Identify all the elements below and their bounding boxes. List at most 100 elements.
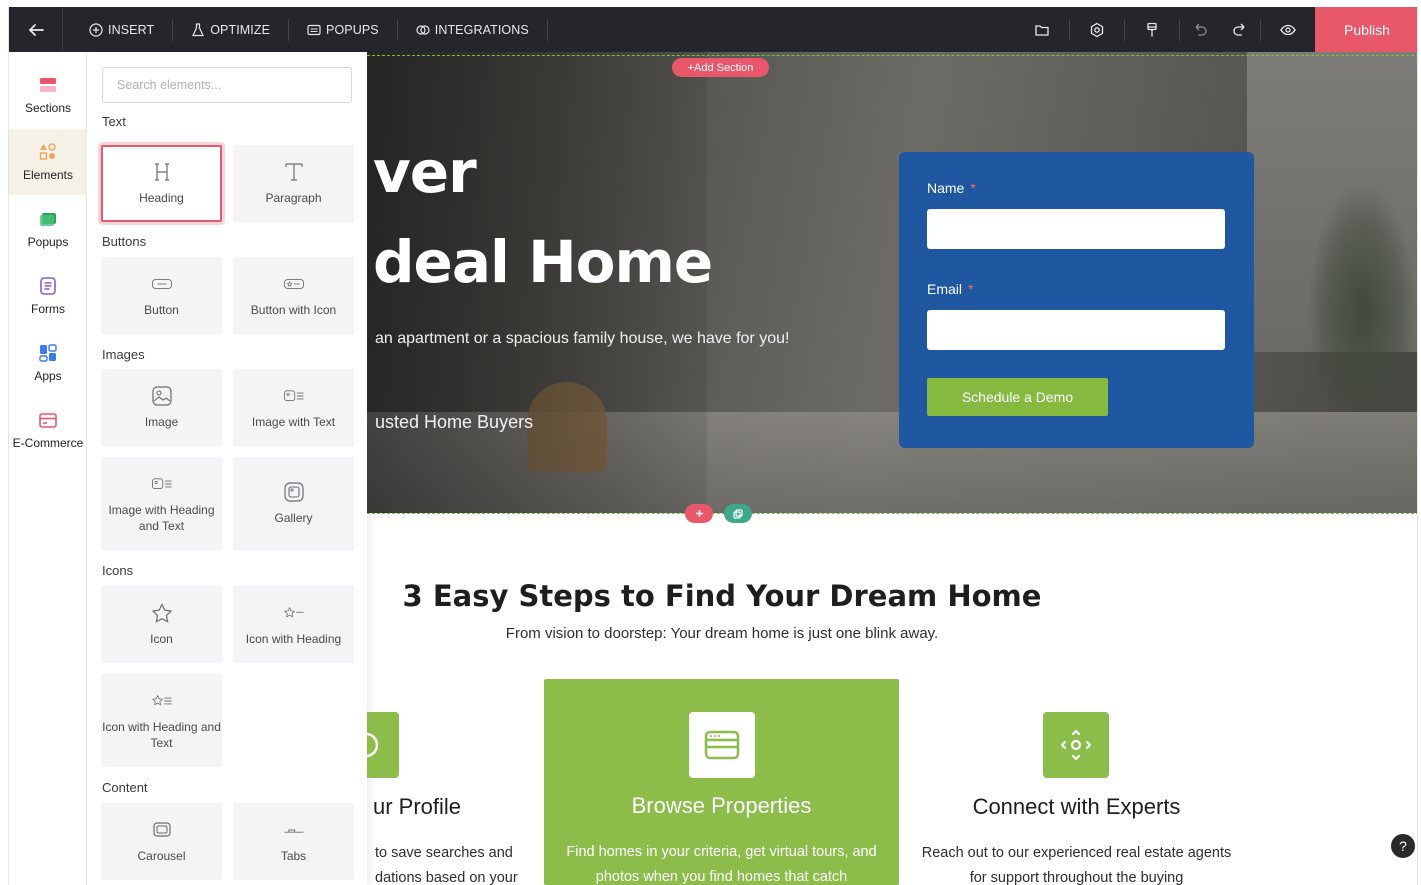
category-icons: Icons: [102, 563, 134, 578]
apps-icon: [39, 344, 57, 362]
text-icon: [284, 162, 303, 181]
element-button-with-icon[interactable]: Button with Icon: [233, 257, 354, 334]
name-field[interactable]: [927, 209, 1225, 249]
rail-label: Elements: [22, 168, 74, 182]
element-icon[interactable]: Icon: [101, 586, 222, 663]
element-icon-with-heading-and-text[interactable]: Icon with Heading and Text: [101, 674, 222, 767]
element-label: Image: [144, 414, 179, 429]
button-icon: [151, 278, 172, 289]
hero-heading-line1[interactable]: ver: [373, 138, 477, 206]
button-star-icon: [283, 278, 304, 289]
element-image-with-text[interactable]: Image with Text: [233, 369, 354, 446]
element-image[interactable]: Image: [101, 369, 222, 446]
demo-form[interactable]: Name * Email * Schedule a Demo: [899, 152, 1254, 448]
tabs-icon: [283, 829, 304, 833]
rail-item-elements[interactable]: Elements: [9, 129, 87, 195]
redo-icon: [1233, 23, 1245, 36]
add-section-button[interactable]: +Add Section: [672, 58, 769, 77]
redo-button[interactable]: [1220, 7, 1260, 52]
carousel-icon: [152, 821, 171, 837]
hero-subtitle[interactable]: an apartment or a spacious family house,…: [375, 325, 795, 352]
element-carousel[interactable]: Carousel: [101, 803, 222, 880]
popups-icon: [40, 213, 56, 226]
publish-button[interactable]: Publish: [1315, 7, 1417, 52]
hero-trust-text[interactable]: usted Home Buyers: [375, 412, 533, 433]
undo-icon: [1195, 23, 1207, 36]
element-label: Icon: [150, 631, 173, 646]
heading-icon: [154, 162, 169, 181]
add-block-button[interactable]: [685, 504, 713, 523]
element-label: Heading: [139, 190, 184, 205]
nav-optimize-label: OPTIMIZE: [210, 22, 271, 37]
element-tabs[interactable]: Tabs: [233, 803, 354, 880]
steps-subtitle[interactable]: From vision to doorstep: Your dream home…: [367, 625, 1077, 642]
step-experts-text[interactable]: Reach out to our experienced real estate…: [919, 841, 1234, 885]
settings-icon: [1090, 22, 1104, 37]
nav-insert[interactable]: INSERT: [71, 18, 174, 41]
profile-icon: [367, 732, 379, 758]
element-gallery[interactable]: Gallery: [233, 457, 354, 550]
duplicate-section-button[interactable]: [724, 504, 752, 523]
rail-label: Forms: [31, 302, 65, 316]
rail-item-sections[interactable]: Sections: [9, 62, 87, 128]
browser-window-icon: [704, 730, 740, 760]
element-label: Paragraph: [265, 190, 322, 205]
element-image-with-heading-and-text[interactable]: Image with Heading and Text: [101, 457, 222, 550]
step-browse-text[interactable]: Find homes in your criteria, get virtual…: [564, 840, 879, 885]
step-browse-card[interactable]: Browse Properties Find homes in your cri…: [544, 679, 899, 885]
editor-canvas[interactable]: ver deal Home an apartment or a spacious…: [367, 52, 1417, 885]
hero-section[interactable]: ver deal Home an apartment or a spacious…: [367, 52, 1417, 513]
step-experts-icon-box: [1043, 712, 1109, 778]
element-label: Carousel: [137, 848, 186, 863]
copy-icon: [733, 508, 743, 519]
section-outline-bottom: [367, 513, 1417, 514]
nav-integrations[interactable]: INTEGRATIONS: [398, 18, 548, 41]
element-icon-with-heading[interactable]: Icon with Heading: [233, 586, 354, 663]
star-icon: [151, 602, 172, 623]
rail-label: Apps: [34, 369, 62, 383]
section-outline-top: [367, 55, 1417, 56]
category-buttons: Buttons: [102, 234, 147, 249]
element-paragraph[interactable]: Paragraph: [233, 145, 354, 222]
step-profile-text[interactable]: to save searches and dations based on yo…: [375, 841, 545, 885]
rail-item-forms[interactable]: Forms: [9, 263, 87, 329]
nav-optimize[interactable]: OPTIMIZE: [173, 18, 290, 41]
plus-icon: [695, 510, 703, 517]
forms-icon: [40, 277, 56, 295]
steps-heading[interactable]: 3 Easy Steps to Find Your Dream Home: [367, 579, 1077, 613]
shapes-icon: [39, 143, 56, 160]
hero-heading-line2[interactable]: deal Home: [373, 228, 713, 296]
folder-button[interactable]: [1015, 7, 1069, 52]
category-text: Text: [102, 114, 126, 129]
rail-item-apps[interactable]: Apps: [9, 330, 87, 396]
app-window: INSERT OPTIMIZE POPUPS INTEGRATIONS Publ…: [8, 7, 1418, 885]
element-button[interactable]: Button: [101, 257, 222, 334]
search-input[interactable]: [102, 67, 352, 103]
element-label: Button with Icon: [250, 302, 337, 317]
rail-label: Popups: [27, 235, 69, 249]
step-experts-title[interactable]: Connect with Experts: [899, 794, 1254, 820]
step-browse-title[interactable]: Browse Properties: [544, 793, 899, 819]
help-button[interactable]: ?: [1389, 832, 1417, 860]
sections-icon: [40, 78, 56, 92]
preview-button[interactable]: [1261, 7, 1315, 52]
element-heading[interactable]: Heading: [101, 145, 222, 222]
nav-insert-label: INSERT: [108, 22, 155, 37]
gallery-icon: [283, 481, 304, 502]
settings-button[interactable]: [1070, 7, 1124, 52]
folder-icon: [1035, 24, 1049, 36]
star-heading-text-icon: [151, 694, 172, 705]
nav-popups[interactable]: POPUPS: [289, 18, 398, 41]
email-field[interactable]: [927, 310, 1225, 350]
element-label: Image with Text: [251, 414, 336, 429]
rail-item-popups[interactable]: Popups: [9, 196, 87, 262]
paint-button[interactable]: [1125, 7, 1179, 52]
schedule-demo-button[interactable]: Schedule a Demo: [927, 378, 1108, 416]
back-button[interactable]: [9, 7, 63, 52]
rail-item-ecommerce[interactable]: E-Commerce: [9, 397, 87, 463]
nav-integrations-label: INTEGRATIONS: [434, 22, 529, 37]
step-profile-title[interactable]: ur Profile: [373, 794, 461, 820]
paint-brush-icon: [1147, 22, 1157, 36]
ecommerce-icon: [39, 413, 57, 428]
undo-button[interactable]: [1180, 7, 1220, 52]
